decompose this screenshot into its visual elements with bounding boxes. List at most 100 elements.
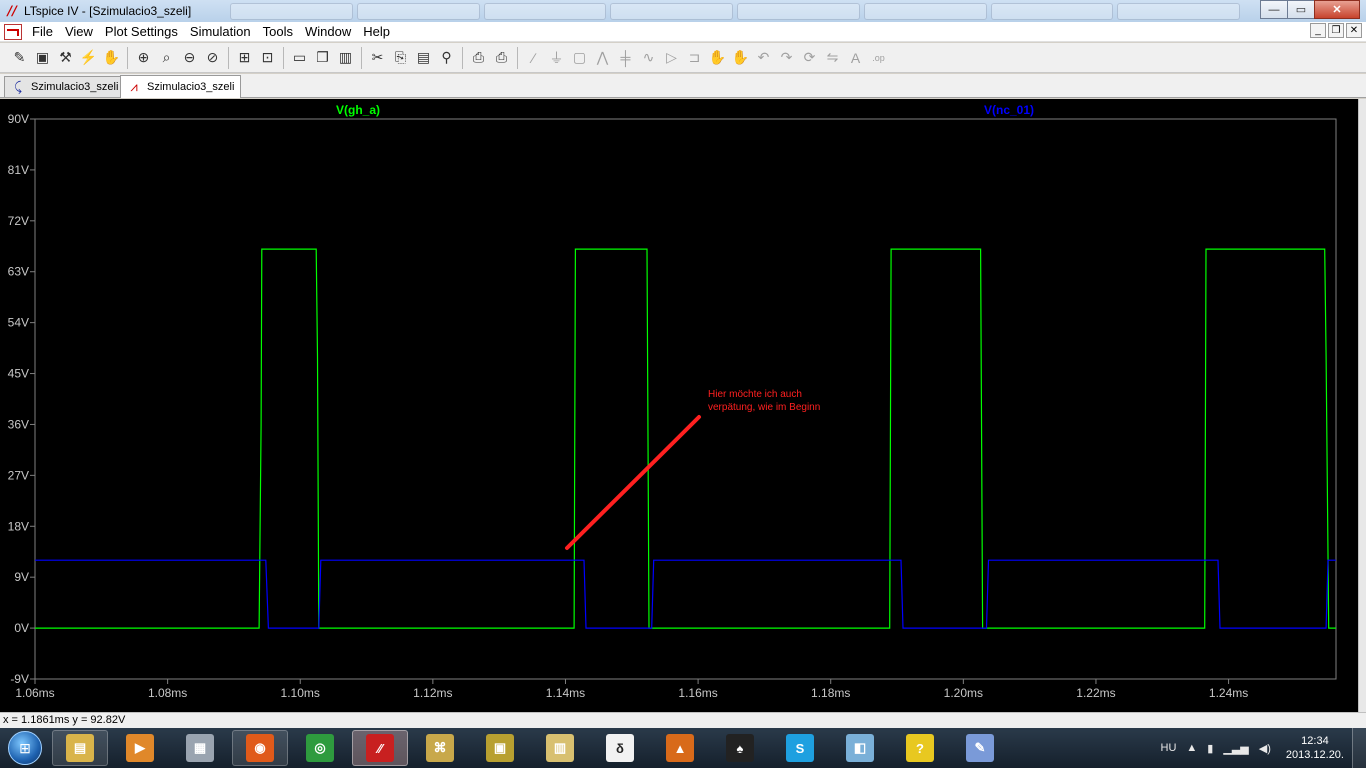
- print-preview-icon[interactable]: ⎙: [467, 46, 490, 69]
- y-tick-label: 45V: [8, 367, 29, 381]
- taskbar-app[interactable]: ◉: [232, 730, 288, 766]
- battery-icon[interactable]: ▮: [1207, 742, 1213, 755]
- taskbar-app[interactable]: S: [772, 730, 828, 766]
- background-tab: [483, 3, 607, 20]
- copy-icon[interactable]: ⎘: [389, 46, 412, 69]
- menu-help[interactable]: Help: [357, 22, 396, 42]
- language-indicator[interactable]: HU: [1161, 742, 1177, 754]
- toolbar-separator: [283, 46, 284, 69]
- tile-vertical-icon[interactable]: ▥: [334, 46, 357, 69]
- taskbar-app[interactable]: ✎: [952, 730, 1008, 766]
- clock[interactable]: 12:34 2013.12.20.: [1286, 734, 1344, 762]
- save-icon[interactable]: ▣: [31, 46, 54, 69]
- tab-waveform[interactable]: ⩘ Szimulacio3_szeli: [120, 75, 242, 98]
- text-icon[interactable]: A: [844, 46, 867, 69]
- schematic-icon: ⤹: [14, 79, 22, 94]
- x-tick-label: 1.06ms: [15, 686, 54, 700]
- taskbar-app[interactable]: ∕∕: [352, 730, 408, 766]
- waveform-plot[interactable]: 90V 81V 72V 63V 54V 45V 36V 27V 18V 9V 0V -9V1.06ms…: [0, 99, 1358, 712]
- new-schematic-icon[interactable]: ✎: [8, 46, 31, 69]
- print-icon[interactable]: ⎙: [490, 46, 513, 69]
- vertical-scrollbar[interactable]: [1358, 99, 1366, 712]
- mirror-icon[interactable]: ⇋: [821, 46, 844, 69]
- background-tab: [863, 3, 987, 20]
- y-tick-label: -9V: [10, 672, 29, 686]
- mdi-close-button[interactable]: ✕: [1346, 23, 1362, 38]
- pan-hand-icon[interactable]: ✋: [100, 46, 123, 69]
- window-title: LTspice IV - [Szimulacio3_szeli]: [24, 4, 192, 18]
- taskbar-app[interactable]: ▤: [52, 730, 108, 766]
- y-tick-label: 72V: [8, 214, 29, 228]
- cascade-icon[interactable]: ❐: [311, 46, 334, 69]
- menu-simulation[interactable]: Simulation: [184, 22, 257, 42]
- taskbar-apps: ▤ ▶ ▦ ◉ ◎ ∕∕ ⌘ ▣ ▥ δ ▲ ♠ S ◧? ✎: [50, 730, 1010, 766]
- signal-icon[interactable]: ▁▃▅: [1223, 742, 1248, 755]
- x-tick-label: 1.18ms: [811, 686, 850, 700]
- label-net-icon[interactable]: ▢: [568, 46, 591, 69]
- tray-expand-icon[interactable]: ▲: [1186, 742, 1197, 754]
- menu-view[interactable]: View: [59, 22, 99, 42]
- wire-icon[interactable]: ∕: [522, 46, 545, 69]
- waveform-plot-window[interactable]: 90V 81V 72V 63V 54V 45V 36V 27V 18V 9V 0V -9V 1.06ms…: [0, 99, 1358, 712]
- cut-icon[interactable]: ✂: [366, 46, 389, 69]
- taskbar-app[interactable]: ▦: [172, 730, 228, 766]
- ltspice-logo-icon[interactable]: ∕∕: [4, 3, 20, 19]
- mdi-minimize-button[interactable]: _: [1310, 23, 1326, 38]
- paste-icon[interactable]: ▤: [412, 46, 435, 69]
- taskbar-app[interactable]: ?: [892, 730, 948, 766]
- menu-window[interactable]: Window: [299, 22, 357, 42]
- waveform-doc-icon[interactable]: [4, 23, 22, 40]
- autorange-icon[interactable]: ⊞: [233, 46, 256, 69]
- waveform-trace: [35, 559, 1336, 629]
- zoom-out-icon[interactable]: ⊖: [178, 46, 201, 69]
- maximize-button[interactable]: ▭: [1287, 0, 1315, 19]
- ground-icon[interactable]: ⏚: [545, 46, 568, 69]
- inductor-icon[interactable]: ∿: [637, 46, 660, 69]
- windows-start-icon: ⊞: [8, 731, 42, 765]
- taskbar-app[interactable]: ⌘: [412, 730, 468, 766]
- component-icon[interactable]: ⊐: [683, 46, 706, 69]
- trace-label[interactable]: V(gh_a): [336, 103, 380, 117]
- hammer-icon[interactable]: ⚒: [54, 46, 77, 69]
- spice-directive-icon[interactable]: .op: [867, 46, 890, 69]
- menu-file[interactable]: File: [26, 22, 59, 42]
- tab-schematic[interactable]: ⤹ Szimulacio3_szeli: [4, 76, 126, 97]
- taskbar-app[interactable]: ◧: [832, 730, 888, 766]
- zoom-in-icon[interactable]: ⊕: [132, 46, 155, 69]
- volume-icon[interactable]: ◀): [1259, 742, 1271, 755]
- capacitor-icon[interactable]: ╪: [614, 46, 637, 69]
- taskbar-app[interactable]: δ: [592, 730, 648, 766]
- diode-icon[interactable]: ▷: [660, 46, 683, 69]
- close-button[interactable]: ✕: [1314, 0, 1360, 19]
- taskbar-app[interactable]: ▲: [652, 730, 708, 766]
- fit-icon[interactable]: ⊡: [256, 46, 279, 69]
- menu-plot-settings[interactable]: Plot Settings: [99, 22, 184, 42]
- minimize-button[interactable]: —: [1260, 0, 1288, 19]
- tile-horizontal-icon[interactable]: ▭: [288, 46, 311, 69]
- zoom-cancel-icon[interactable]: ⊘: [201, 46, 224, 69]
- zoom-area-icon[interactable]: ⌕: [155, 46, 178, 69]
- media-player-icon: ▶: [126, 734, 154, 762]
- resistor-icon[interactable]: ⋀: [591, 46, 614, 69]
- move-icon[interactable]: ✋: [706, 46, 729, 69]
- redo-icon[interactable]: ↷: [775, 46, 798, 69]
- taskbar-app[interactable]: ▶: [112, 730, 168, 766]
- waveform-trace: [35, 248, 1336, 629]
- x-tick-label: 1.22ms: [1076, 686, 1115, 700]
- show-desktop-button[interactable]: [1352, 728, 1366, 768]
- taskbar-app[interactable]: ◎: [292, 730, 348, 766]
- run-icon[interactable]: ⚡: [77, 46, 100, 69]
- drag-icon[interactable]: ✋: [729, 46, 752, 69]
- taskbar-app[interactable]: ♠: [712, 730, 768, 766]
- start-button[interactable]: ⊞: [0, 728, 50, 768]
- taskbar-app[interactable]: ▥: [532, 730, 588, 766]
- background-tab: [356, 3, 480, 20]
- annotation-line: [565, 415, 701, 550]
- find-icon[interactable]: ⚲: [435, 46, 458, 69]
- undo-icon[interactable]: ↶: [752, 46, 775, 69]
- taskbar-app[interactable]: ▣: [472, 730, 528, 766]
- mdi-restore-button[interactable]: ❐: [1328, 23, 1344, 38]
- menu-tools[interactable]: Tools: [257, 22, 299, 42]
- rotate-icon[interactable]: ⟳: [798, 46, 821, 69]
- trace-label[interactable]: V(nc_01): [984, 103, 1034, 117]
